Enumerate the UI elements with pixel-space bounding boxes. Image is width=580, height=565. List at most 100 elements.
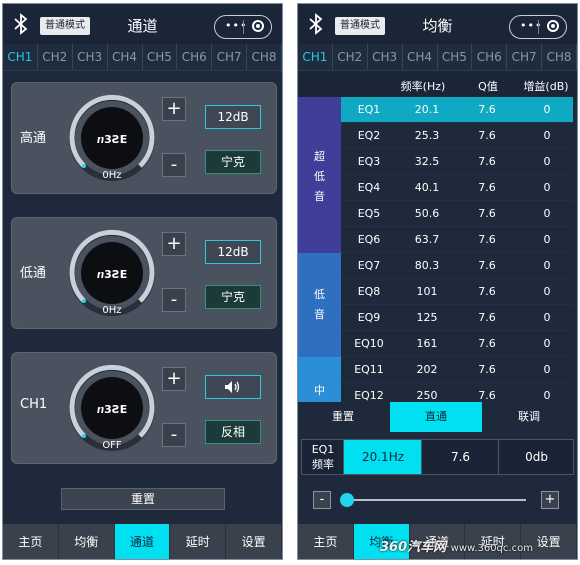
slider-thumb[interactable] [340, 493, 354, 507]
eq-table-header: 频率(Hz) Q值 增益(dB) [298, 71, 577, 97]
channel-label: CH1 [20, 397, 48, 412]
eq-row[interactable]: EQ1 20.1 7.6 0 [341, 97, 573, 123]
eq-cell-name: EQ10 [354, 337, 384, 350]
eq-cell-freq: 25.3 [414, 129, 440, 142]
eq-row[interactable]: EQ7 80.3 7.6 0 [341, 253, 573, 279]
close-target-icon[interactable] [547, 20, 559, 32]
eq-cell-q: 7.6 [478, 337, 496, 350]
nav-channel[interactable]: 通道 [114, 524, 171, 559]
phase-button[interactable]: 反相 [205, 420, 261, 444]
plus-button[interactable]: + [162, 97, 186, 121]
watermark-brand: 360汽车网 [380, 540, 447, 555]
tab-ch8[interactable]: CH8 [247, 44, 282, 70]
eq-cell-gain: 0 [543, 181, 551, 194]
highpass-value: 0Hz [102, 170, 122, 181]
slope-button[interactable]: 12dB [205, 105, 261, 129]
filter-type-button[interactable]: 宁克 [205, 285, 261, 309]
eq-row[interactable]: EQ2 25.3 7.6 0 [341, 123, 573, 149]
slope-button[interactable]: 12dB [205, 240, 261, 264]
param-band-label: EQ1 [311, 443, 335, 456]
nav-settings[interactable]: 设置 [226, 524, 282, 559]
eq-cell-gain: 0 [543, 389, 551, 402]
channel-tabs: CH1 CH2 CH3 CH4 CH5 CH6 CH7 CH8 [3, 44, 282, 71]
tab-ch7[interactable]: CH7 [212, 44, 248, 70]
minus-button[interactable]: - [162, 153, 186, 177]
segment-bypass[interactable]: 直通 [390, 402, 482, 432]
eq-cell-freq: 50.6 [414, 207, 440, 220]
freq-field[interactable]: 20.1Hz [343, 440, 422, 474]
tab-ch8[interactable]: CH8 [542, 44, 577, 70]
eq-row[interactable]: EQ4 40.1 7.6 0 [341, 175, 573, 201]
eq-cell-q: 7.6 [478, 363, 496, 376]
eq-row[interactable]: EQ10 161 7.6 0 [341, 331, 573, 357]
tab-ch3[interactable]: CH3 [368, 44, 403, 70]
tab-ch6[interactable]: CH6 [177, 44, 213, 70]
eq-cell-q: 7.6 [478, 181, 496, 194]
eq-cell-gain: 0 [543, 155, 551, 168]
more-icon[interactable]: ••• [520, 19, 542, 32]
tab-ch4[interactable]: CH4 [403, 44, 438, 70]
header-freq: 频率(Hz) [400, 80, 446, 93]
close-target-icon[interactable] [252, 20, 264, 32]
plus-button[interactable]: + [162, 232, 186, 256]
tab-ch4[interactable]: CH4 [108, 44, 143, 70]
eq-cell-gain: 0 [543, 207, 551, 220]
tab-ch2[interactable]: CH2 [333, 44, 368, 70]
eq-cell-name: EQ8 [357, 285, 381, 298]
tab-ch7[interactable]: CH7 [507, 44, 543, 70]
knob-logo: ⴖ3ƧE [97, 268, 128, 281]
channel-screen: 普通模式 通道 ••• CH1 CH2 CH3 CH4 CH5 CH6 CH7 … [2, 3, 283, 560]
tab-ch1[interactable]: CH1 [3, 44, 38, 70]
eq-row[interactable]: EQ5 50.6 7.6 0 [341, 201, 573, 227]
eq-cell-q: 7.6 [478, 285, 496, 298]
channel-gain-card: CH1 ⴖ3ƧE OFF + - 反相 [11, 352, 277, 464]
eq-row[interactable]: EQ3 32.5 7.6 0 [341, 149, 573, 175]
eq-cell-gain: 0 [543, 103, 551, 116]
nav-eq[interactable]: 均衡 [59, 524, 115, 559]
eq-cell-name: EQ5 [357, 207, 381, 220]
minus-button[interactable]: - [162, 423, 186, 447]
nav-home[interactable]: 主页 [298, 524, 354, 559]
gain-field[interactable]: 0db [498, 440, 574, 474]
eq-cell-freq: 40.1 [414, 181, 440, 194]
tab-ch3[interactable]: CH3 [73, 44, 108, 70]
eq-row[interactable]: EQ8 101 7.6 0 [341, 279, 573, 305]
param-editor: EQ1 频率 20.1Hz 7.6 0db [301, 439, 574, 475]
equalizer-screen: 普通模式 均衡 ••• CH1 CH2 CH3 CH4 CH5 CH6 CH7 … [297, 3, 578, 560]
bottom-nav: 主页 均衡 通道 延时 设置 [3, 524, 282, 559]
band-mid-label: 中 [314, 384, 325, 397]
eq-cell-name: EQ4 [357, 181, 381, 194]
more-icon[interactable]: ••• [225, 19, 247, 32]
speaker-icon [225, 381, 240, 393]
tab-ch1[interactable]: CH1 [298, 44, 333, 70]
eq-cell-q: 7.6 [478, 233, 496, 246]
band-super-low-label: 超低音 [314, 150, 325, 203]
reset-button[interactable]: 重置 [61, 488, 225, 510]
eq-cell-q: 7.6 [478, 311, 496, 324]
header-gain: 增益(dB) [523, 80, 569, 93]
tab-ch2[interactable]: CH2 [38, 44, 73, 70]
gain-value: OFF [102, 440, 122, 451]
nav-home[interactable]: 主页 [3, 524, 59, 559]
band-low: 低音 [298, 253, 341, 357]
eq-cell-freq: 80.3 [414, 259, 440, 272]
eq-row[interactable]: EQ11 202 7.6 0 [341, 357, 573, 383]
slider-minus-button[interactable]: - [313, 491, 331, 509]
plus-button[interactable]: + [162, 367, 186, 391]
filter-type-button[interactable]: 宁克 [205, 150, 261, 174]
eq-row[interactable]: EQ6 63.7 7.6 0 [341, 227, 573, 253]
mute-button[interactable] [205, 375, 261, 399]
minus-button[interactable]: - [162, 288, 186, 312]
eq-cell-name: EQ1 [357, 103, 381, 116]
eq-row[interactable]: EQ9 125 7.6 0 [341, 305, 573, 331]
tab-ch6[interactable]: CH6 [472, 44, 508, 70]
tab-ch5[interactable]: CH5 [438, 44, 473, 70]
eq-cell-freq: 202 [416, 363, 438, 376]
slider-track[interactable] [348, 499, 526, 501]
nav-delay[interactable]: 延时 [170, 524, 227, 559]
tab-ch5[interactable]: CH5 [143, 44, 178, 70]
segment-link[interactable]: 联调 [484, 402, 574, 432]
segment-reset[interactable]: 重置 [298, 402, 388, 432]
slider-plus-button[interactable]: + [541, 491, 559, 509]
q-field[interactable]: 7.6 [421, 440, 499, 474]
